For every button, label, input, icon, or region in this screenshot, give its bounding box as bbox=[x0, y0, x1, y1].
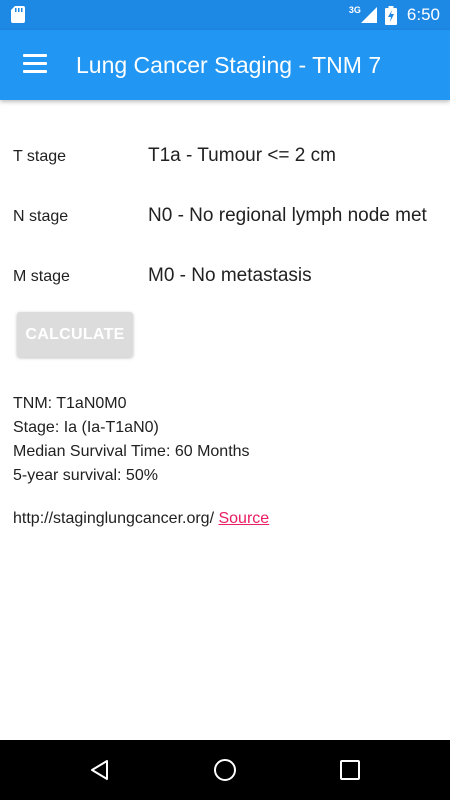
t-stage-spinner[interactable]: T1a - Tumour <= 2 cm bbox=[148, 145, 448, 167]
network-type: 3G bbox=[348, 5, 361, 15]
sd-card-icon bbox=[11, 6, 25, 23]
m-stage-label: M stage bbox=[13, 268, 70, 285]
clock: 6:50 bbox=[406, 5, 440, 24]
page-title: Lung Cancer Staging - TNM 7 bbox=[76, 52, 382, 78]
status-bar: 3G 6:50 bbox=[0, 0, 450, 30]
source-line: http://staginglungcancer.org/ Source bbox=[13, 510, 269, 528]
n-stage-row: N stage N0 - No regional lymph node met bbox=[0, 197, 450, 237]
back-icon[interactable] bbox=[88, 758, 112, 782]
source-url: http://staginglungcancer.org/ bbox=[13, 510, 215, 527]
t-stage-row: T stage T1a - Tumour <= 2 cm bbox=[0, 137, 450, 177]
battery-charging-icon bbox=[384, 5, 397, 25]
hamburger-menu-icon[interactable] bbox=[23, 54, 47, 74]
calculate-button[interactable]: CALCULATE bbox=[17, 312, 133, 357]
n-stage-label: N stage bbox=[13, 208, 69, 225]
m-stage-row: M stage M0 - No metastasis bbox=[0, 257, 450, 297]
home-icon[interactable] bbox=[213, 758, 237, 782]
results-panel: TNM: T1aN0M0 Stage: Ia (Ia-T1aN0) Median… bbox=[13, 392, 250, 488]
m-stage-spinner[interactable]: M0 - No metastasis bbox=[148, 265, 448, 287]
app-bar: Lung Cancer Staging - TNM 7 bbox=[0, 30, 450, 100]
stage-result: Stage: Ia (Ia-T1aN0) bbox=[13, 419, 159, 436]
source-link[interactable]: Source bbox=[218, 510, 269, 527]
tnm-result: TNM: T1aN0M0 bbox=[13, 395, 127, 412]
recents-icon[interactable] bbox=[338, 758, 362, 782]
median-survival-result: Median Survival Time: 60 Months bbox=[13, 443, 250, 460]
navigation-bar bbox=[0, 740, 450, 800]
signal-icon bbox=[360, 7, 377, 23]
five-year-survival-result: 5-year survival: 50% bbox=[13, 467, 158, 484]
n-stage-spinner[interactable]: N0 - No regional lymph node met bbox=[148, 205, 448, 227]
t-stage-label: T stage bbox=[13, 148, 67, 165]
